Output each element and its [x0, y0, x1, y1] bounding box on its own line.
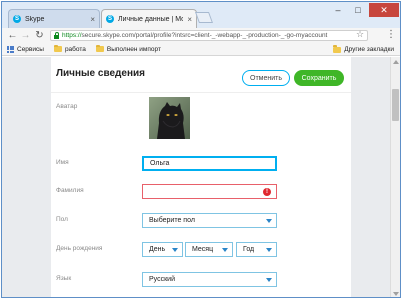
chevron-down-icon: [266, 278, 272, 282]
bookmark-other[interactable]: Другие закладки: [333, 45, 394, 53]
divider: [51, 92, 351, 93]
profile-card: Личные сведения Отменить Сохранить Авата…: [51, 57, 351, 297]
page-viewport: Личные сведения Отменить Сохранить Авата…: [2, 57, 390, 297]
folder-icon: [95, 44, 104, 52]
title-bar: S Skype × S Личные данные | Моя ... × – …: [2, 2, 400, 28]
panther-avatar-image: [149, 97, 190, 139]
birthday-month-select[interactable]: Месяц: [185, 242, 233, 257]
tab-personal-data[interactable]: S Личные данные | Моя ... ×: [101, 9, 197, 28]
chevron-down-icon: [172, 248, 178, 252]
page-title: Личные сведения: [56, 68, 145, 79]
bookmark-apps[interactable]: Сервисы: [7, 45, 44, 53]
day-value: День: [149, 246, 166, 253]
language-value: Русский: [149, 276, 175, 283]
avatar[interactable]: [149, 97, 190, 139]
bookmark-work[interactable]: работа: [53, 44, 86, 53]
bookmark-imported[interactable]: Выполнен импорт: [95, 44, 161, 53]
year-value: Год: [243, 246, 255, 253]
chevron-down-icon: [222, 248, 228, 252]
gender-select[interactable]: Выберите пол: [142, 213, 277, 228]
language-select[interactable]: Русский: [142, 272, 277, 287]
bookmark-label: Сервисы: [17, 45, 44, 53]
chevron-down-icon: [266, 219, 272, 223]
chevron-down-icon: [266, 248, 272, 252]
tab-title: Личные данные | Моя ...: [118, 15, 183, 23]
cancel-button[interactable]: Отменить: [242, 70, 290, 86]
apps-grid-icon: [7, 45, 14, 53]
skype-favicon-icon: S: [13, 15, 21, 23]
close-window-button[interactable]: ✕: [369, 3, 399, 17]
scrollbar-thumb[interactable]: [392, 89, 399, 121]
url-scheme: https://: [62, 32, 82, 39]
skype-favicon-icon: S: [106, 15, 114, 23]
tab-close-icon[interactable]: ×: [90, 15, 95, 24]
first-name-value: Ольга: [150, 160, 170, 167]
error-icon: !: [263, 188, 271, 196]
browser-window: S Skype × S Личные данные | Моя ... × – …: [1, 1, 401, 298]
minimize-button[interactable]: –: [328, 3, 348, 17]
browser-toolbar: ← → ↻ https:// secure.skype.com/portal/p…: [2, 28, 400, 44]
folder-icon: [53, 44, 62, 52]
lock-icon: [54, 31, 59, 39]
month-value: Месяц: [192, 246, 214, 253]
bookmark-label: Другие закладки: [344, 46, 394, 53]
birthday-year-select[interactable]: Год: [236, 242, 277, 257]
first-name-label: Имя: [56, 159, 69, 166]
browser-menu-icon[interactable]: ⋮: [386, 29, 396, 40]
bookmark-label: работа: [64, 45, 86, 53]
last-name-input[interactable]: !: [142, 184, 277, 199]
tab-skype[interactable]: S Skype ×: [8, 9, 100, 28]
birthday-day-select[interactable]: День: [142, 242, 183, 257]
new-tab-button[interactable]: [194, 12, 214, 23]
forward-arrow-icon[interactable]: →: [20, 30, 31, 41]
gender-label: Пол: [56, 216, 68, 223]
last-name-label: Фамилия: [56, 187, 84, 194]
vertical-scrollbar[interactable]: [390, 57, 400, 297]
gender-value: Выберите пол: [149, 217, 195, 224]
scroll-down-arrow-icon[interactable]: [393, 292, 399, 296]
language-label: Язык: [56, 275, 72, 282]
url-path: secure.skype.com/portal/profile?intsrc=c…: [81, 32, 328, 39]
maximize-button[interactable]: □: [348, 3, 368, 17]
avatar-label: Аватар: [56, 103, 78, 110]
folder-icon: [333, 45, 342, 53]
save-button[interactable]: Сохранить: [294, 70, 344, 86]
bookmark-label: Выполнен импорт: [106, 45, 161, 53]
bookmarks-bar: Сервисы работа Выполнен импорт Другие за…: [2, 43, 400, 56]
address-bar[interactable]: https:// secure.skype.com/portal/profile…: [50, 30, 368, 41]
bookmark-star-icon[interactable]: ☆: [356, 29, 364, 40]
birthday-label: День рождения: [56, 245, 103, 252]
scroll-up-arrow-icon[interactable]: [393, 60, 399, 64]
back-arrow-icon[interactable]: ←: [7, 30, 18, 41]
first-name-input[interactable]: Ольга: [142, 156, 277, 171]
tab-close-icon[interactable]: ×: [187, 15, 192, 24]
tab-title: Skype: [25, 15, 45, 23]
reload-icon[interactable]: ↻: [34, 30, 45, 41]
